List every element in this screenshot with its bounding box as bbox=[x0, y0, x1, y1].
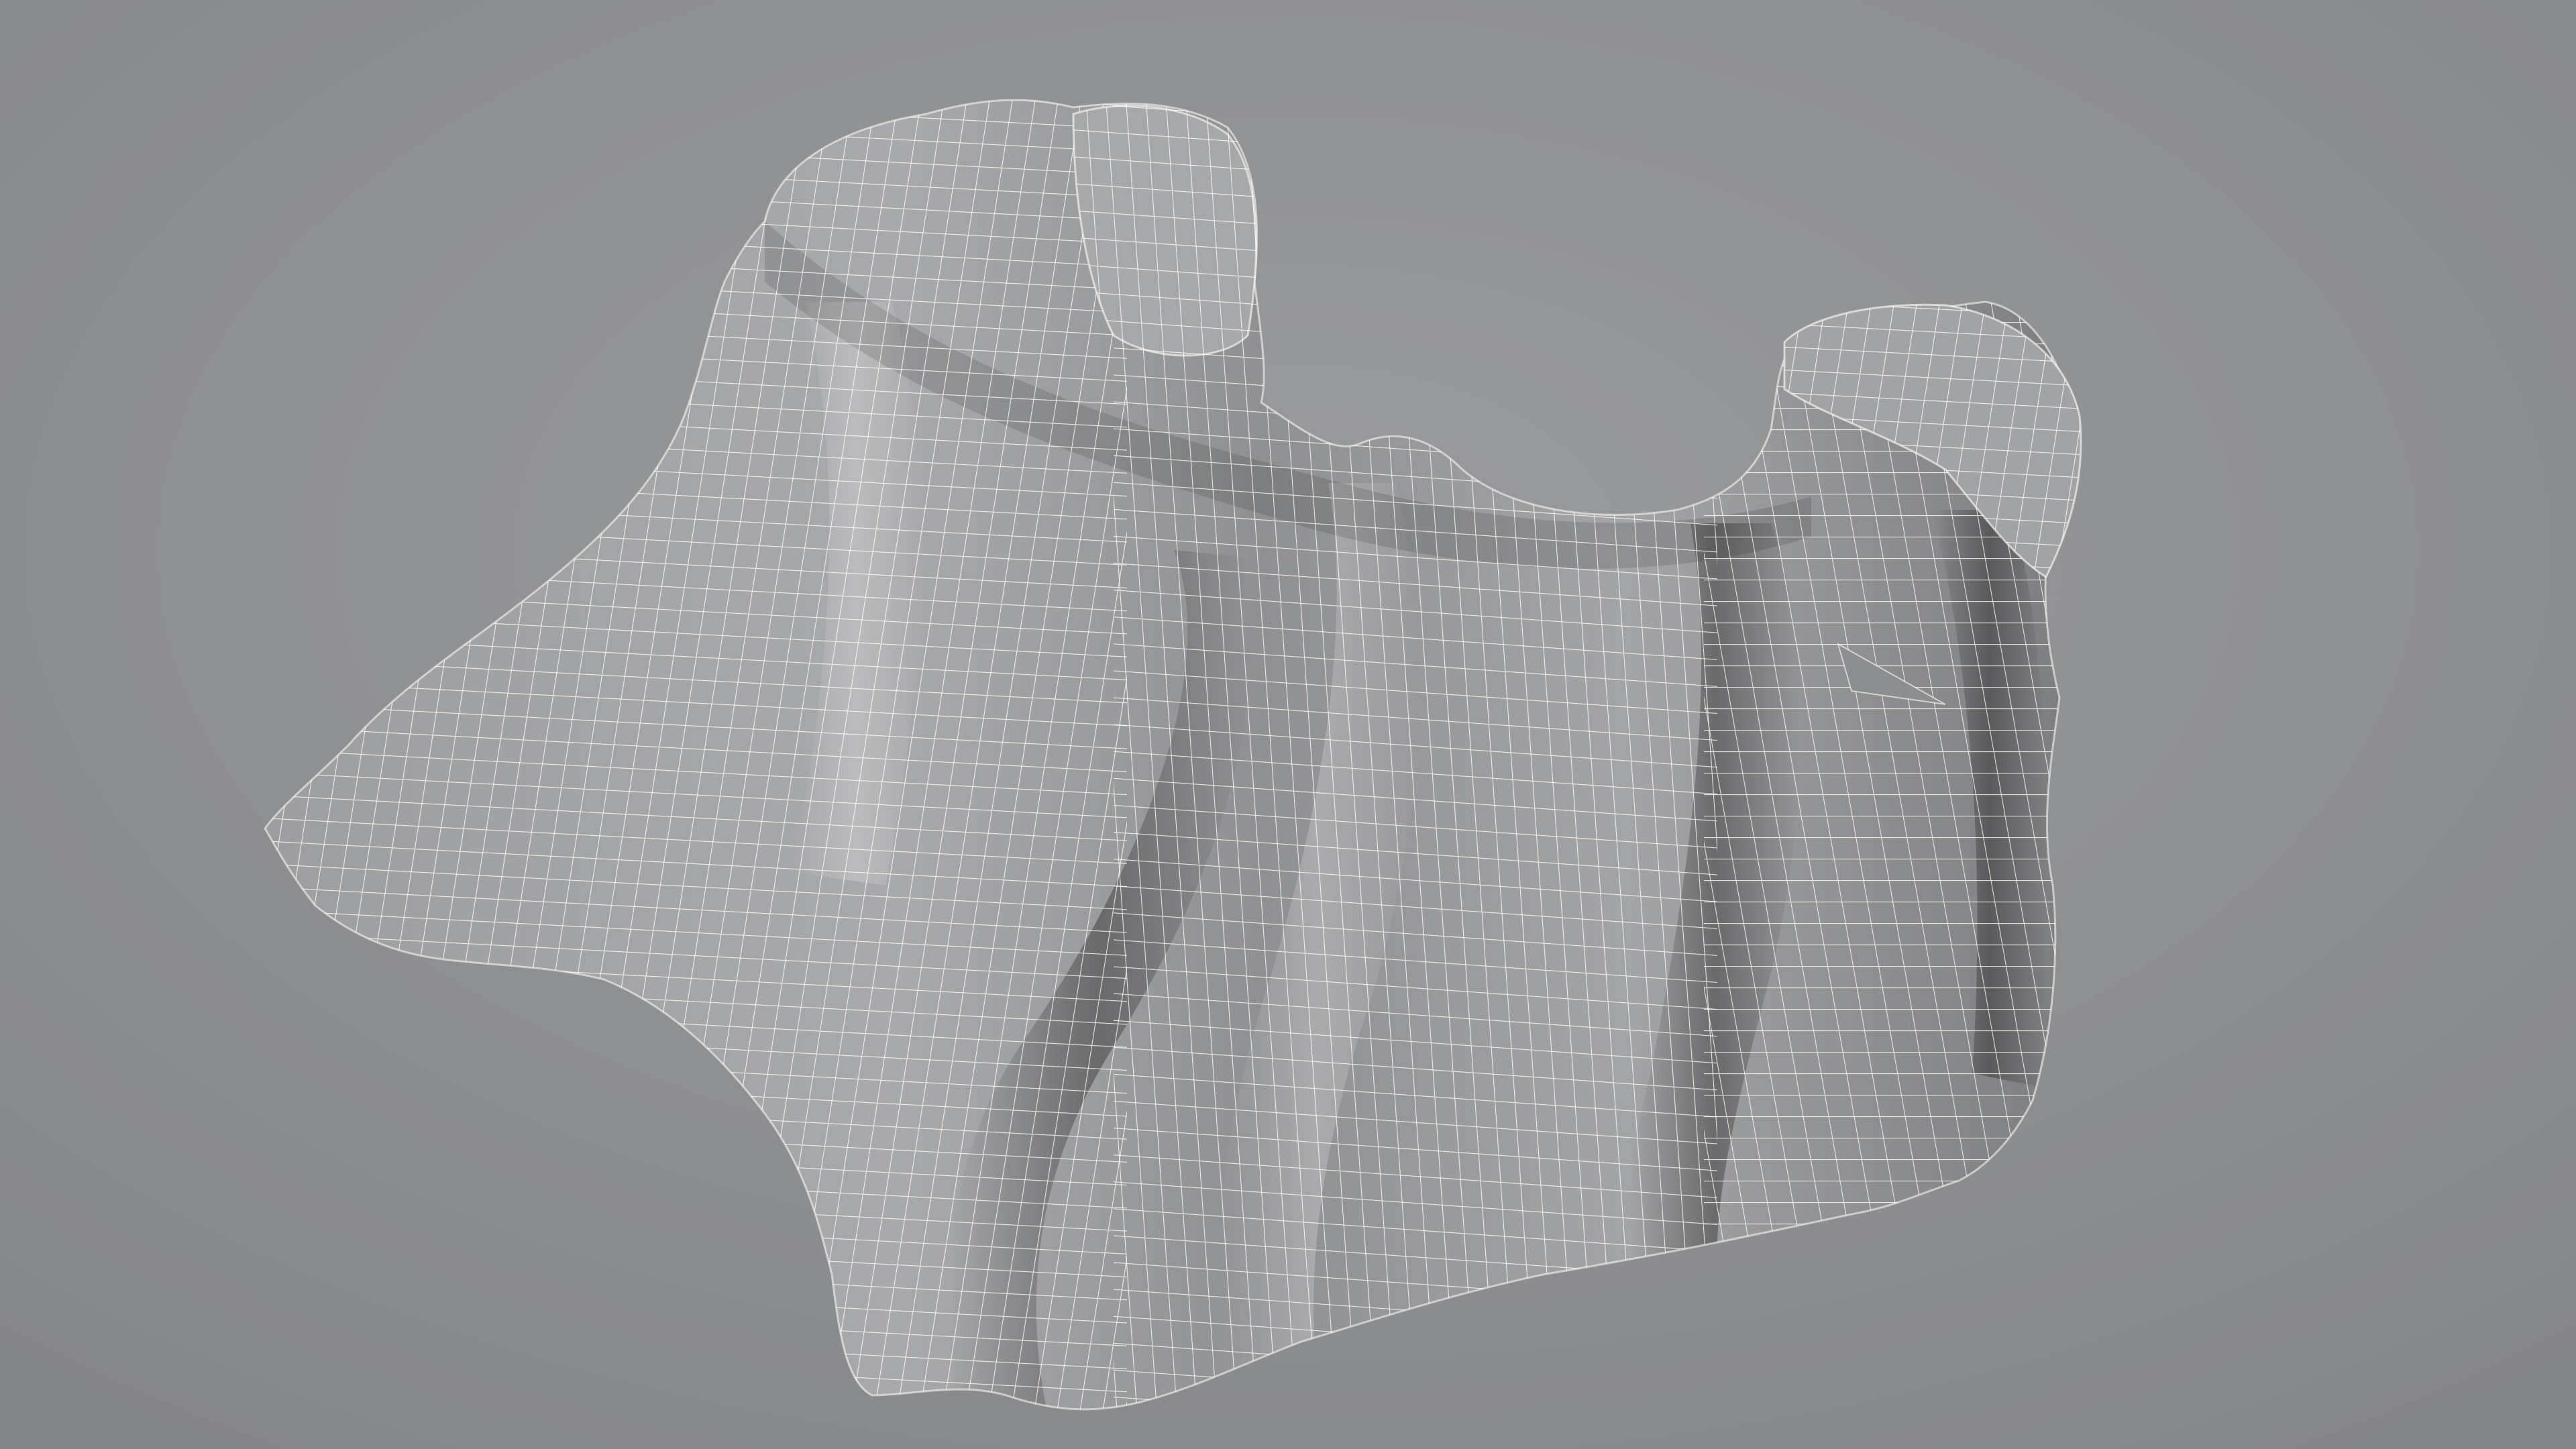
3d-viewport[interactable] bbox=[0, 0, 2576, 1449]
mesh-render bbox=[0, 0, 2576, 1449]
